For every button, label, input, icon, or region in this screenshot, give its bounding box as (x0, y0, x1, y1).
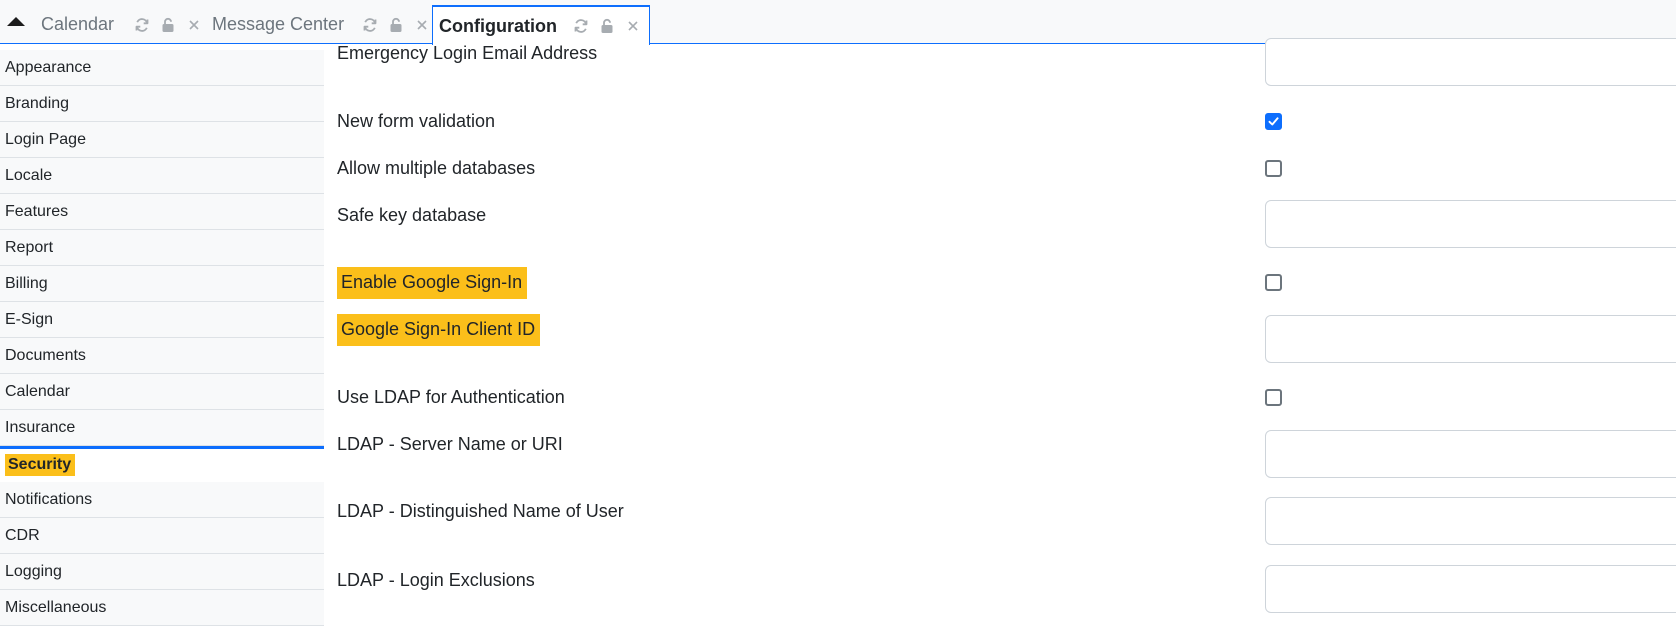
sidebar-item-locale[interactable]: Locale (0, 158, 324, 194)
close-icon[interactable] (412, 15, 432, 35)
field-label-enable-google-sign-in: Enable Google Sign-In (337, 267, 528, 299)
sidebar-item-label: Documents (5, 347, 86, 364)
sidebar-item-appearance[interactable]: Appearance (0, 50, 324, 86)
tab-message-center[interactable]: Message Center (212, 5, 432, 44)
sidebar-item-miscellaneous[interactable]: Miscellaneous (0, 590, 324, 626)
sidebar-item-notifications[interactable]: Notifications (0, 482, 324, 518)
sidebar-item-report[interactable]: Report (0, 230, 324, 266)
field-label-text: Enable Google Sign-In (337, 267, 528, 299)
tab-calendar[interactable]: Calendar (41, 5, 204, 44)
google-client-id-field[interactable] (1265, 315, 1676, 363)
ldap-dn-field[interactable] (1265, 497, 1676, 545)
unlock-icon[interactable] (386, 15, 406, 35)
new-form-validation-checkbox[interactable] (1265, 113, 1282, 130)
refresh-icon[interactable] (571, 16, 591, 36)
sidebar-item-label: Features (5, 203, 69, 220)
sidebar-item-logging[interactable]: Logging (0, 554, 324, 590)
sidebar-item-calendar[interactable]: Calendar (0, 374, 324, 410)
emergency-email-field[interactable] (1265, 38, 1676, 86)
sidebar-item-label: Miscellaneous (5, 599, 107, 616)
sidebar-item-label: Branding (5, 95, 70, 112)
ldap-exclusions-field[interactable] (1265, 565, 1676, 613)
enable-google-sign-in-checkbox[interactable] (1265, 274, 1282, 291)
sidebar-item-label: E-Sign (5, 311, 54, 328)
sidebar-item-e-sign[interactable]: E-Sign (0, 302, 324, 338)
sidebar-item-branding[interactable]: Branding (0, 86, 324, 122)
sidebar-item-cdr[interactable]: CDR (0, 518, 324, 554)
collapse-up-icon[interactable] (6, 14, 26, 26)
allow-multiple-databases-checkbox[interactable] (1265, 160, 1282, 177)
refresh-icon[interactable] (360, 15, 380, 35)
check-icon (1268, 117, 1279, 126)
tab-label: Calendar (41, 14, 115, 34)
close-icon[interactable] (623, 16, 643, 36)
field-label-text: Google Sign-In Client ID (337, 314, 541, 346)
field-label-safe-key-database: Safe key database (337, 205, 487, 225)
field-label-ldap-dn: LDAP - Distinguished Name of User (337, 501, 624, 521)
tab-configuration[interactable]: Configuration (432, 5, 650, 45)
sidebar-item-billing[interactable]: Billing (0, 266, 324, 302)
sidebar-item-label: Calendar (5, 383, 70, 400)
sidebar-item-label: Login Page (5, 131, 86, 148)
sidebar-item-label: Locale (5, 167, 53, 184)
field-label-use-ldap: Use LDAP for Authentication (337, 387, 565, 407)
sidebar-item-label: Report (5, 239, 54, 256)
close-icon[interactable] (184, 15, 204, 35)
config-sidebar: Appearance Branding Login Page Locale Fe… (0, 50, 324, 626)
tab-label: Message Center (212, 14, 345, 34)
use-ldap-checkbox[interactable] (1265, 389, 1282, 406)
sidebar-item-features[interactable]: Features (0, 194, 324, 230)
sidebar-item-insurance[interactable]: Insurance (0, 410, 324, 446)
refresh-icon[interactable] (132, 15, 152, 35)
sidebar-item-login-page[interactable]: Login Page (0, 122, 324, 158)
sidebar-item-label: Billing (5, 275, 48, 292)
field-label-google-client-id: Google Sign-In Client ID (337, 314, 541, 346)
sidebar-item-documents[interactable]: Documents (0, 338, 324, 374)
field-label-ldap-server: LDAP - Server Name or URI (337, 434, 563, 454)
sidebar-item-label: CDR (5, 527, 40, 544)
sidebar-item-label: Logging (5, 563, 62, 580)
field-label-emergency-email: Emergency Login Email Address (337, 43, 598, 63)
field-label-new-form-validation: New form validation (337, 111, 496, 131)
tab-label: Configuration (439, 15, 557, 36)
unlock-icon[interactable] (597, 16, 617, 36)
sidebar-item-label: Insurance (5, 419, 76, 436)
field-label-allow-multiple-databases: Allow multiple databases (337, 158, 536, 178)
field-label-ldap-exclusions: LDAP - Login Exclusions (337, 570, 535, 590)
ldap-server-field[interactable] (1265, 430, 1676, 478)
safe-key-database-field[interactable] (1265, 200, 1676, 248)
sidebar-item-label: Notifications (5, 491, 93, 508)
sidebar-item-label: Security (5, 454, 76, 476)
sidebar-item-label: Appearance (5, 59, 92, 76)
unlock-icon[interactable] (158, 15, 178, 35)
sidebar-item-security[interactable]: Security (0, 446, 324, 482)
